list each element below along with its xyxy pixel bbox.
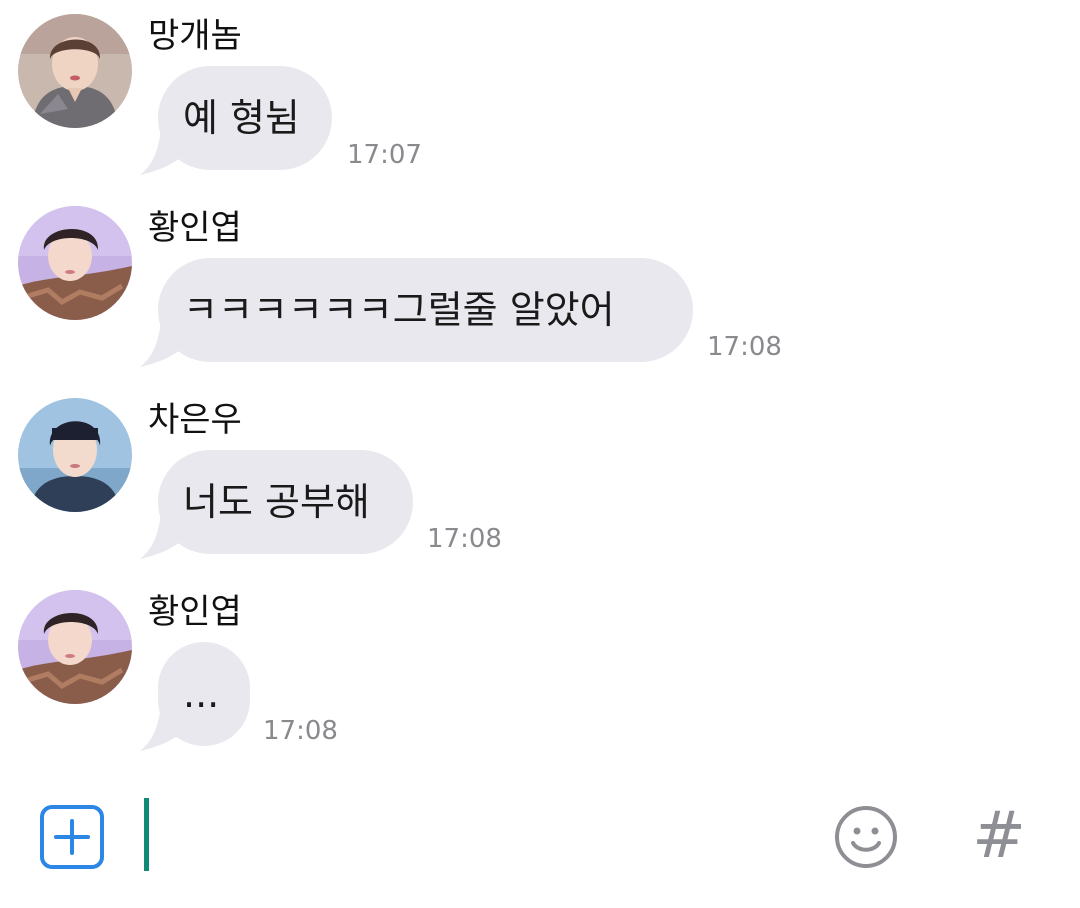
message-input-bar: #: [0, 780, 1080, 908]
avatar[interactable]: [18, 14, 132, 128]
avatar[interactable]: [18, 398, 132, 512]
smiley-icon[interactable]: [833, 804, 899, 870]
message-time: 17:07: [347, 140, 422, 170]
message-row: 황인엽 ㅋㅋㅋㅋㅋㅋ그럴줄 알았어 17:08: [0, 194, 1080, 367]
avatar[interactable]: [18, 590, 132, 704]
chat-window: 망개놈 예 형뉨 17:07 황인엽 ㅋㅋㅋㅋㅋㅋ그럴줄 알았어 17:08 차…: [0, 0, 1080, 908]
text-cursor: [144, 798, 149, 871]
sender-name: 망개놈: [148, 16, 242, 56]
avatar[interactable]: [18, 206, 132, 320]
message-bubble[interactable]: ...: [158, 642, 250, 746]
plus-square-icon[interactable]: [40, 805, 104, 869]
message-input[interactable]: [150, 798, 814, 873]
hashtag-button[interactable]: #: [968, 796, 1030, 876]
message-bubble[interactable]: ㅋㅋㅋㅋㅋㅋ그럴줄 알았어: [158, 258, 693, 362]
message-bubble[interactable]: 너도 공부해: [158, 450, 413, 554]
message-time: 17:08: [707, 332, 782, 362]
message-row: 망개놈 예 형뉨 17:07: [0, 2, 1080, 175]
sender-name: 황인엽: [148, 208, 242, 248]
message-row: 차은우 너도 공부해 17:08: [0, 386, 1080, 559]
message-row: 황인엽 ... 17:08: [0, 578, 1080, 751]
message-bubble[interactable]: 예 형뉨: [158, 66, 332, 170]
sender-name: 황인엽: [148, 592, 242, 632]
message-time: 17:08: [427, 524, 502, 554]
sender-name: 차은우: [148, 400, 242, 440]
message-time: 17:08: [263, 716, 338, 746]
